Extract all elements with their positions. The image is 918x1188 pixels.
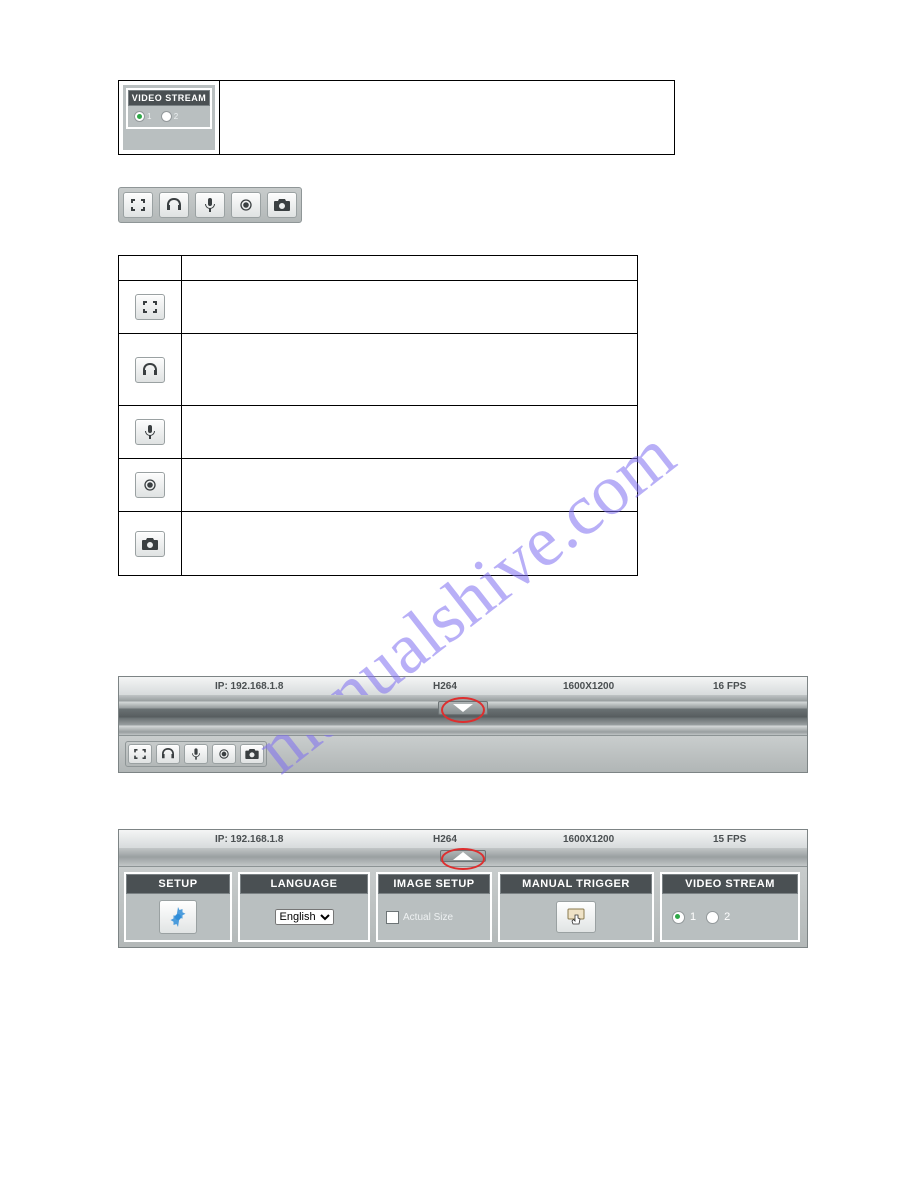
stream-radio-2[interactable] [161, 111, 172, 122]
actual-size-label: Actual Size [403, 912, 453, 923]
microphone-icon [205, 198, 215, 212]
resolution-readout: 1600X1200 [563, 681, 713, 692]
record-button[interactable] [135, 472, 165, 498]
fullscreen-icon [143, 301, 157, 313]
audio-out-button[interactable] [156, 744, 180, 764]
codec-readout: H264 [433, 681, 563, 692]
fullscreen-button[interactable] [135, 294, 165, 320]
fullscreen-button[interactable] [123, 192, 153, 218]
ip-readout: IP: 192.168.1.8 [215, 681, 433, 692]
stream-radio-1[interactable] [134, 111, 145, 122]
status-bar-collapsed: IP: 192.168.1.8 H264 1600X1200 16 FPS [118, 676, 808, 773]
camera-icon [245, 749, 259, 759]
control-toolbar [118, 187, 302, 223]
fullscreen-button[interactable] [128, 744, 152, 764]
mic-button[interactable] [195, 192, 225, 218]
codec-readout: H264 [433, 834, 563, 845]
camera-icon [274, 199, 290, 211]
headphones-icon [166, 198, 182, 212]
actual-size-checkbox[interactable] [386, 911, 399, 924]
resolution-readout: 1600X1200 [563, 834, 713, 845]
snapshot-button[interactable] [135, 531, 165, 557]
video-stream-definition-table: VIDEO STREAM 1 2 [118, 80, 675, 155]
setup-panel: SETUP [124, 872, 232, 942]
stream-radio-2[interactable] [706, 911, 719, 924]
fps-readout: 15 FPS [713, 834, 746, 845]
record-button[interactable] [212, 744, 236, 764]
status-bar-expanded: IP: 192.168.1.8 H264 1600X1200 15 FPS SE… [118, 829, 808, 948]
record-icon [219, 749, 229, 759]
fullscreen-icon [134, 749, 146, 759]
annotation-circle [441, 848, 485, 870]
mic-button[interactable] [184, 744, 208, 764]
toolbar-description-table [118, 255, 638, 576]
image-setup-panel: IMAGE SETUP Actual Size [376, 872, 492, 942]
audio-out-button[interactable] [159, 192, 189, 218]
record-icon [240, 199, 252, 211]
audio-out-button[interactable] [135, 357, 165, 383]
microphone-icon [192, 748, 200, 760]
video-stream-panel: VIDEO STREAM 1 2 [660, 872, 800, 942]
headphones-icon [142, 363, 158, 377]
gear-icon [168, 907, 188, 927]
fps-readout: 16 FPS [713, 681, 746, 692]
language-select[interactable]: English [275, 909, 334, 925]
mic-button[interactable] [135, 419, 165, 445]
panel-title: VIDEO STREAM [128, 90, 210, 106]
fullscreen-icon [131, 199, 145, 211]
language-panel: LANGUAGE English [238, 872, 370, 942]
video-stream-panel: VIDEO STREAM 1 2 [123, 85, 215, 150]
trigger-button[interactable] [556, 901, 596, 933]
setup-button[interactable] [159, 900, 197, 934]
hand-cursor-icon [566, 907, 586, 927]
ip-readout: IP: 192.168.1.8 [215, 834, 433, 845]
manual-trigger-panel: MANUAL TRIGGER [498, 872, 654, 942]
record-icon [144, 479, 156, 491]
annotation-circle [441, 697, 485, 723]
stream-radio-1[interactable] [672, 911, 685, 924]
snapshot-button[interactable] [240, 744, 264, 764]
snapshot-button[interactable] [267, 192, 297, 218]
microphone-icon [145, 425, 155, 439]
camera-icon [142, 538, 158, 550]
record-button[interactable] [231, 192, 261, 218]
headphones-icon [161, 748, 175, 760]
